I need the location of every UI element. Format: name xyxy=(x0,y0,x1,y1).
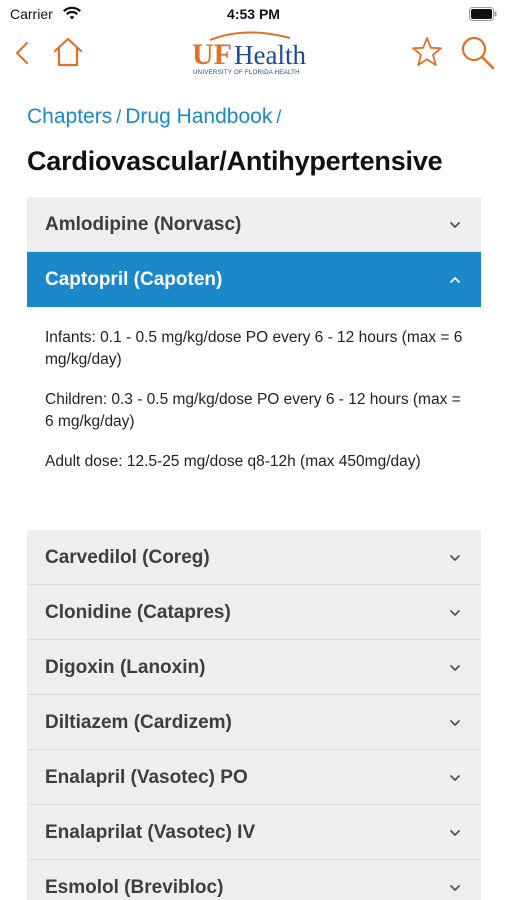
chevron-down-icon xyxy=(449,770,461,788)
drug-row-amlodipine[interactable]: Amlodipine (Norvasc) xyxy=(27,197,481,252)
svg-text:Health: Health xyxy=(234,40,306,70)
drug-row-digoxin[interactable]: Digoxin (Lanoxin) xyxy=(27,640,481,695)
nav-bar: UF Health UNIVERSITY OF FLORIDA HEALTH xyxy=(0,28,507,80)
drug-label: Digoxin (Lanoxin) xyxy=(45,657,206,678)
drug-detail-captopril: Infants: 0.1 - 0.5 mg/kg/dose PO every 6… xyxy=(27,307,481,530)
drug-label: Amlodipine (Norvasc) xyxy=(45,214,242,235)
breadcrumb-separator: / xyxy=(276,107,282,127)
clock-time: 4:53 PM xyxy=(227,6,280,22)
svg-text:UNIVERSITY OF FLORIDA HEALTH: UNIVERSITY OF FLORIDA HEALTH xyxy=(193,69,300,76)
drug-label: Captopril (Capoten) xyxy=(45,269,223,290)
page-title: Cardiovascular/Antihypertensive xyxy=(27,146,443,176)
svg-text:UF: UF xyxy=(192,38,232,71)
uf-health-logo[interactable]: UF Health UNIVERSITY OF FLORIDA HEALTH xyxy=(190,30,320,78)
chevron-down-icon xyxy=(449,880,461,898)
drug-label: Enalapril (Vasotec) PO xyxy=(45,767,248,788)
back-icon[interactable] xyxy=(12,40,32,71)
drug-row-diltiazem[interactable]: Diltiazem (Cardizem) xyxy=(27,695,481,750)
chevron-down-icon xyxy=(449,715,461,733)
breadcrumb: Chapters / Drug Handbook / xyxy=(27,105,285,129)
drug-row-captopril[interactable]: Captopril (Capoten) xyxy=(27,252,481,307)
star-icon[interactable] xyxy=(410,35,444,74)
home-icon[interactable] xyxy=(52,36,84,73)
battery-icon xyxy=(469,7,497,26)
dose-infants: Infants: 0.1 - 0.5 mg/kg/dose PO every 6… xyxy=(45,329,463,368)
dose-children: Children: 0.3 - 0.5 mg/kg/dose PO every … xyxy=(45,391,461,430)
dose-adult: Adult dose: 12.5-25 mg/dose q8-12h (max … xyxy=(45,453,421,470)
drug-label: Clonidine (Catapres) xyxy=(45,602,231,623)
breadcrumb-separator: / xyxy=(116,107,122,127)
chevron-down-icon xyxy=(449,605,461,623)
drug-accordion: Amlodipine (Norvasc) Captopril (Capoten)… xyxy=(27,197,481,900)
drug-row-enalapril[interactable]: Enalapril (Vasotec) PO xyxy=(27,750,481,805)
chevron-down-icon xyxy=(449,660,461,678)
breadcrumb-drug-handbook[interactable]: Drug Handbook xyxy=(125,105,272,128)
chevron-down-icon xyxy=(449,217,461,235)
search-icon[interactable] xyxy=(460,35,496,76)
drug-row-enalaprilat[interactable]: Enalaprilat (Vasotec) IV xyxy=(27,805,481,860)
drug-label: Diltiazem (Cardizem) xyxy=(45,712,232,733)
drug-row-carvedilol[interactable]: Carvedilol (Coreg) xyxy=(27,530,481,585)
breadcrumb-chapters[interactable]: Chapters xyxy=(27,105,112,128)
chevron-up-icon xyxy=(449,272,461,290)
drug-label: Enalaprilat (Vasotec) IV xyxy=(45,822,256,843)
drug-label: Esmolol (Brevibloc) xyxy=(45,877,224,898)
drug-row-clonidine[interactable]: Clonidine (Catapres) xyxy=(27,585,481,640)
chevron-down-icon xyxy=(449,550,461,568)
drug-label: Carvedilol (Coreg) xyxy=(45,547,210,568)
drug-row-esmolol[interactable]: Esmolol (Brevibloc) xyxy=(27,860,481,900)
chevron-down-icon xyxy=(449,825,461,843)
status-bar: Carrier 4:53 PM xyxy=(0,0,507,28)
